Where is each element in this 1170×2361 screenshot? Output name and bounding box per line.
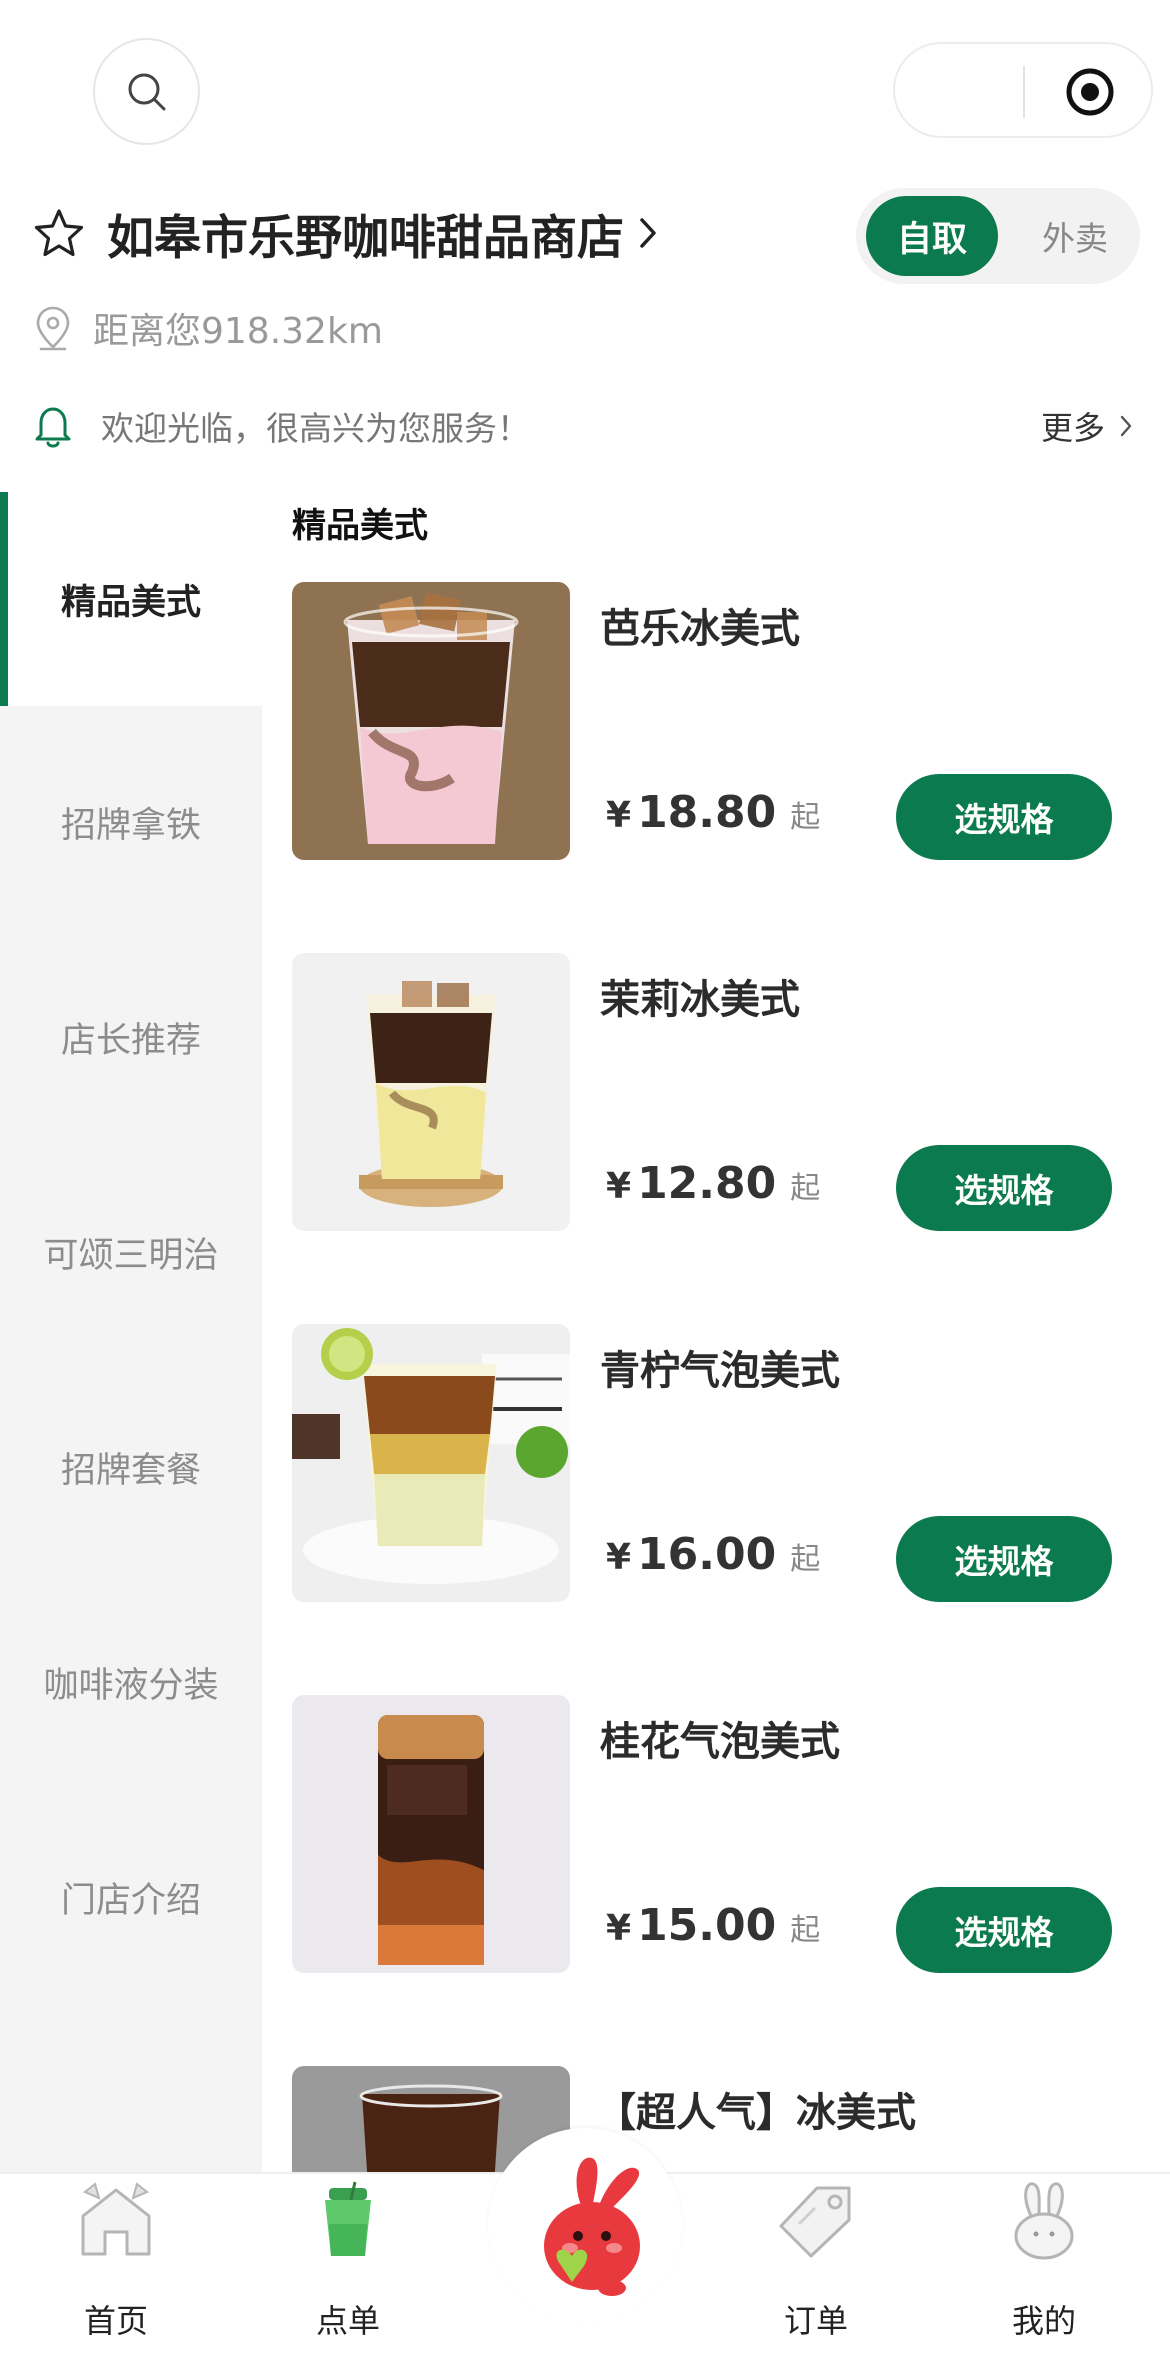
product-card[interactable]: 青柠气泡美式 ¥ 16.00 起 选规格: [292, 1324, 1122, 1604]
product-price: ¥ 15.00 起: [606, 1900, 820, 1951]
close-target-icon[interactable]: [1065, 67, 1115, 117]
bell-icon: [35, 407, 71, 448]
order-cup-icon: [325, 2181, 371, 2256]
pickup-option[interactable]: 自取: [866, 196, 998, 276]
tab-order[interactable]: 点单: [268, 2180, 428, 2350]
price-value: 15.00: [637, 1900, 777, 1951]
price-suffix: 起: [790, 1542, 821, 1577]
rabbit-icon: [1014, 2182, 1074, 2260]
pickup-delivery-toggle[interactable]: 自取 外卖: [856, 188, 1140, 284]
product-image[interactable]: [292, 953, 570, 1231]
store-name[interactable]: 如皋市乐野咖啡甜品商店: [107, 199, 624, 268]
price-value: 18.80: [637, 787, 777, 838]
product-price: ¥ 12.80 起: [606, 1158, 820, 1209]
miniprogram-capsule: [893, 42, 1153, 138]
mascot-rabbit-icon[interactable]: [520, 2148, 660, 2298]
select-spec-button[interactable]: 选规格: [896, 774, 1112, 860]
center-tab-mascot[interactable]: [520, 2148, 660, 2302]
price-value: 12.80: [637, 1158, 777, 1209]
product-name: 茉莉冰美式: [600, 977, 800, 1023]
notice-bar: 欢迎光临，很高兴为您服务！ 更多: [33, 398, 1133, 454]
more-link[interactable]: 更多: [1041, 398, 1133, 454]
distance-text: 距离您918.32km: [93, 311, 383, 352]
tab-label[interactable]: 点单: [316, 2296, 380, 2342]
product-name: 【超人气】冰美式: [596, 2090, 916, 2136]
select-spec-button[interactable]: 选规格: [896, 1887, 1112, 1973]
star-icon[interactable]: [33, 208, 85, 258]
currency-symbol: ¥: [606, 1537, 632, 1578]
location-pin-icon: [36, 306, 70, 351]
sidebar-item-coffee-liquid[interactable]: 咖啡液分装: [0, 1612, 262, 1752]
product-card[interactable]: 桂花气泡美式 ¥ 15.00 起 选规格: [292, 1695, 1122, 1975]
search-button[interactable]: [93, 38, 200, 145]
search-icon: [128, 73, 165, 110]
product-card[interactable]: 茉莉冰美式 ¥ 12.80 起 选规格: [292, 953, 1122, 1233]
tab-label[interactable]: 首页: [84, 2296, 148, 2342]
tab-label[interactable]: 我的: [1012, 2296, 1076, 2342]
product-price: ¥ 16.00 起: [606, 1529, 820, 1580]
store-header[interactable]: 如皋市乐野咖啡甜品商店: [33, 196, 658, 270]
notice-text: 欢迎光临，很高兴为您服务！: [101, 409, 530, 448]
section-title: 精品美式: [292, 506, 428, 546]
price-value: 16.00: [637, 1529, 777, 1580]
tab-home[interactable]: 首页: [36, 2180, 196, 2350]
sidebar-item-label[interactable]: 精品美式: [0, 492, 262, 706]
select-spec-button[interactable]: 选规格: [896, 1145, 1112, 1231]
chevron-right-icon: [1120, 415, 1132, 437]
home-icon: [81, 2182, 151, 2256]
currency-symbol: ¥: [606, 795, 632, 836]
sidebar-item-manager-picks[interactable]: 店长推荐: [0, 967, 262, 1107]
tab-orders[interactable]: 订单: [736, 2180, 896, 2350]
tab-mine[interactable]: 我的: [964, 2180, 1124, 2350]
currency-symbol: ¥: [606, 1908, 632, 1949]
sidebar-item-croissant-sandwich[interactable]: 可颂三明治: [0, 1182, 262, 1322]
price-suffix: 起: [790, 1171, 821, 1206]
product-name: 桂花气泡美式: [600, 1719, 840, 1765]
tab-label[interactable]: 订单: [784, 2296, 848, 2342]
sidebar-item-store-intro[interactable]: 门店介绍: [0, 1827, 262, 1967]
product-name: 芭乐冰美式: [600, 606, 800, 652]
tag-icon: [779, 2186, 851, 2258]
product-card[interactable]: 【超人气】冰美式: [292, 2066, 1122, 2172]
capsule-divider: [1023, 66, 1025, 118]
select-spec-button[interactable]: 选规格: [896, 1516, 1112, 1602]
product-price: ¥ 18.80 起: [606, 787, 820, 838]
chevron-right-icon: [640, 218, 656, 248]
more-label[interactable]: 更多: [1041, 403, 1105, 449]
product-name: 青柠气泡美式: [600, 1348, 840, 1394]
sidebar-item-active[interactable]: 精品美式: [0, 492, 262, 706]
delivery-option[interactable]: 外卖: [1020, 196, 1130, 276]
price-suffix: 起: [790, 1913, 821, 1948]
product-image[interactable]: [292, 1324, 570, 1602]
distance-info: 距离您918.32km: [35, 302, 383, 354]
product-card[interactable]: 芭乐冰美式 ¥ 18.80 起 选规格: [292, 582, 1122, 862]
sidebar-item-signature-set[interactable]: 招牌套餐: [0, 1397, 262, 1537]
product-image[interactable]: [292, 582, 570, 860]
currency-symbol: ¥: [606, 1166, 632, 1207]
product-image[interactable]: [292, 1695, 570, 1973]
price-suffix: 起: [790, 800, 821, 835]
sidebar-item-signature-latte[interactable]: 招牌拿铁: [0, 752, 262, 892]
